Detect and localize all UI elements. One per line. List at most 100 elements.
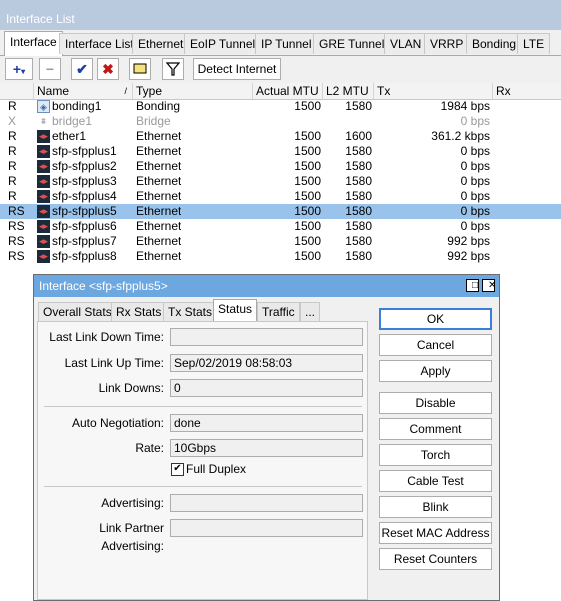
- maximize-button[interactable]: □: [466, 279, 479, 292]
- col-flags[interactable]: [0, 83, 34, 99]
- row-l2-mtu: 1580: [345, 159, 372, 173]
- tab-status[interactable]: Status: [213, 299, 258, 322]
- comment-button[interactable]: [129, 58, 151, 80]
- table-header: Name / Type Actual MTU L2 MTU Tx Rx: [0, 83, 561, 100]
- tab-interface-list[interactable]: Interface List: [59, 33, 140, 54]
- last-link-up-label: Last Link Up Time:: [64, 356, 164, 370]
- tab-interface[interactable]: Interface: [4, 31, 63, 56]
- table-row[interactable]: RS ◂▸ sfp-sfpplus6 Ethernet 1500 1580 0 …: [0, 219, 561, 234]
- rate-field: 10Gbps: [170, 439, 363, 457]
- full-duplex-label: Full Duplex: [186, 462, 247, 476]
- full-duplex-checkbox[interactable]: ✔: [171, 463, 184, 476]
- row-actual-mtu: 1500: [294, 204, 321, 218]
- chevron-down-icon: ▾: [21, 67, 26, 76]
- col-l2-mtu[interactable]: L2 MTU: [323, 83, 374, 99]
- row-name: sfp-sfpplus4: [52, 189, 117, 203]
- row-flags: R: [8, 144, 17, 158]
- row-name: sfp-sfpplus3: [52, 174, 117, 188]
- filter-button[interactable]: [162, 58, 184, 80]
- close-icon: ✕: [488, 280, 497, 291]
- row-tx: 0 bps: [460, 114, 490, 128]
- minus-icon: −: [45, 61, 55, 77]
- row-tx: 0 bps: [460, 219, 490, 233]
- row-actual-mtu: [253, 114, 321, 129]
- ethernet-icon: ◂▸: [37, 130, 50, 143]
- row-l2-mtu: 1580: [345, 204, 372, 218]
- ok-button[interactable]: OK: [379, 308, 492, 330]
- row-l2-mtu: 1580: [345, 174, 372, 188]
- col-actual-mtu[interactable]: Actual MTU: [253, 83, 323, 99]
- table-row[interactable]: RS ◂▸ sfp-sfpplus7 Ethernet 1500 1580 99…: [0, 234, 561, 249]
- cancel-button[interactable]: Cancel: [379, 334, 492, 356]
- row-tx: 992 bps: [447, 249, 490, 263]
- row-name: sfp-sfpplus7: [52, 234, 117, 248]
- table-row[interactable]: R ◂▸ sfp-sfpplus2 Ethernet 1500 1580 0 b…: [0, 159, 561, 174]
- blink-button[interactable]: Blink: [379, 496, 492, 518]
- maximize-icon: □: [472, 280, 479, 291]
- cable-test-button[interactable]: Cable Test: [379, 470, 492, 492]
- torch-button[interactable]: Torch: [379, 444, 492, 466]
- tab-more[interactable]: ...: [300, 302, 321, 321]
- row-type: Ethernet: [136, 189, 182, 203]
- row-actual-mtu: 1500: [294, 249, 321, 263]
- col-type[interactable]: Type: [133, 83, 253, 99]
- tab-bonding[interactable]: Bonding: [466, 33, 523, 54]
- link-downs-label: Link Downs:: [98, 381, 164, 395]
- close-button[interactable]: ✕: [482, 279, 497, 292]
- last-link-down-label: Last Link Down Time:: [49, 330, 164, 344]
- table-row-selected[interactable]: RS ◂▸ sfp-sfpplus5 Ethernet 1500 1580 0 …: [0, 204, 561, 219]
- advertising-field: [170, 494, 363, 512]
- row-type: Ethernet: [136, 249, 182, 263]
- main-tab-bar: Interface Interface List Ethernet EoIP T…: [0, 30, 561, 56]
- toolbar: +▾ − ✔ ✖ Detect Internet: [0, 56, 561, 83]
- row-tx: 0 bps: [460, 159, 490, 173]
- table-row[interactable]: R ◂▸ ether1 Ethernet 1500 1600 361.2 kbp…: [0, 129, 561, 144]
- col-tx[interactable]: Tx: [374, 83, 493, 99]
- row-actual-mtu: 1500: [294, 219, 321, 233]
- add-button[interactable]: +▾: [5, 58, 33, 80]
- table-row[interactable]: R ◈ bonding1 Bonding 1500 1580 1984 bps: [0, 99, 561, 114]
- tab-overall-stats[interactable]: Overall Stats: [38, 302, 117, 321]
- tab-ethernet[interactable]: Ethernet: [132, 33, 190, 54]
- row-actual-mtu: 1500: [294, 99, 321, 113]
- tab-ip-tunnel[interactable]: IP Tunnel: [255, 33, 318, 54]
- link-downs-field: 0: [170, 379, 363, 397]
- table-row[interactable]: R ◂▸ sfp-sfpplus4 Ethernet 1500 1580 0 b…: [0, 189, 561, 204]
- tab-vlan[interactable]: VLAN: [384, 33, 428, 54]
- tab-lte[interactable]: LTE: [517, 33, 551, 54]
- row-l2-mtu: 1600: [345, 129, 372, 143]
- tab-traffic[interactable]: Traffic: [257, 302, 300, 321]
- table-row[interactable]: R ◂▸ sfp-sfpplus3 Ethernet 1500 1580 0 b…: [0, 174, 561, 189]
- col-rx[interactable]: Rx: [493, 83, 561, 99]
- tab-eoip-tunnel[interactable]: EoIP Tunnel: [184, 33, 262, 54]
- table-row[interactable]: R ◂▸ sfp-sfpplus1 Ethernet 1500 1580 0 b…: [0, 144, 561, 159]
- window-title: Interface List: [6, 12, 75, 26]
- link-partner-advertising-field: [170, 519, 363, 537]
- row-actual-mtu: 1500: [294, 129, 321, 143]
- ethernet-icon: ◂▸: [37, 160, 50, 173]
- x-icon: ✖: [102, 61, 114, 77]
- disable-button[interactable]: ✖: [97, 58, 119, 80]
- tab-rx-stats[interactable]: Rx Stats: [111, 302, 167, 321]
- apply-button[interactable]: Apply: [379, 360, 492, 382]
- disable-button[interactable]: Disable: [379, 392, 492, 414]
- detect-internet-button[interactable]: Detect Internet: [193, 58, 281, 80]
- comment-button[interactable]: Comment: [379, 418, 492, 440]
- dialog-title-bar[interactable]: Interface <sfp-sfpplus5> □ ✕: [34, 275, 499, 297]
- last-link-down-field: [170, 328, 363, 346]
- table-row[interactable]: RS ◂▸ sfp-sfpplus8 Ethernet 1500 1580 99…: [0, 249, 561, 264]
- row-flags: R: [8, 159, 17, 173]
- reset-mac-button[interactable]: Reset MAC Address: [379, 522, 492, 544]
- remove-button[interactable]: −: [39, 58, 61, 80]
- col-name[interactable]: Name /: [34, 83, 133, 99]
- reset-counters-button[interactable]: Reset Counters: [379, 548, 492, 570]
- table-row[interactable]: X ⩩ bridge1 Bridge 0 bps: [0, 114, 561, 129]
- tab-tx-stats[interactable]: Tx Stats: [163, 302, 218, 321]
- tab-gre-tunnel[interactable]: GRE Tunnel: [313, 33, 391, 54]
- row-flags: RS: [8, 219, 25, 233]
- tab-vrrp[interactable]: VRRP: [424, 33, 470, 54]
- row-name: sfp-sfpplus1: [52, 144, 117, 158]
- enable-button[interactable]: ✔: [71, 58, 93, 80]
- row-tx: 0 bps: [460, 204, 490, 218]
- row-flags: X: [8, 114, 17, 128]
